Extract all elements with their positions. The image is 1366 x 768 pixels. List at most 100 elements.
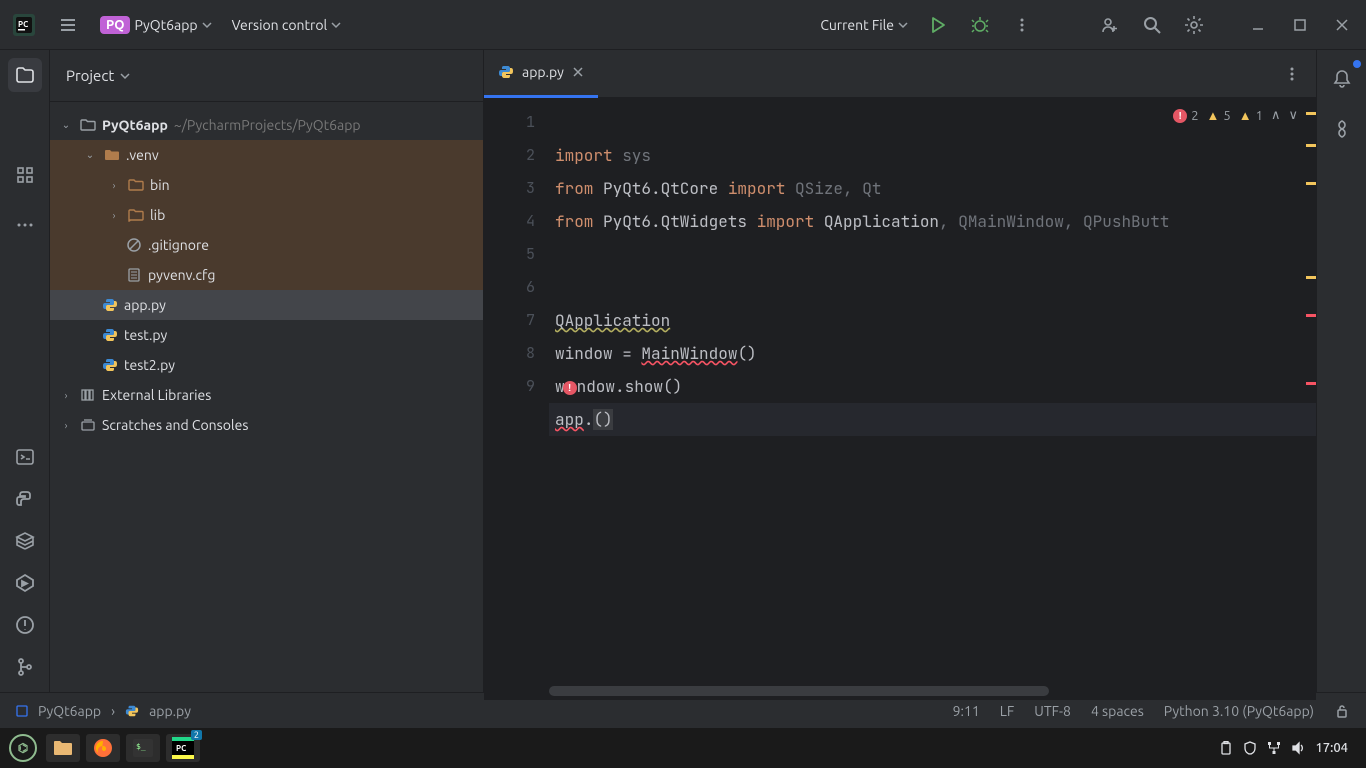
- terminal-tool-button[interactable]: [8, 440, 42, 474]
- window-close-button[interactable]: [1324, 7, 1360, 43]
- line-number: 7: [484, 304, 535, 337]
- problems-tool-button[interactable]: [8, 608, 42, 642]
- main-menu-icon[interactable]: [50, 7, 86, 43]
- line-number: 2: [484, 139, 535, 172]
- network-icon[interactable]: [1267, 741, 1281, 755]
- code-editor[interactable]: !2 ▲5 ▲1 ∧ ∨ 1 2 3 4 5 6 7 8 9 import sy…: [484, 98, 1316, 700]
- folder-icon: [128, 177, 144, 193]
- settings-icon[interactable]: [1176, 7, 1212, 43]
- svg-text:PC: PC: [18, 20, 28, 29]
- weak-warning-count: 1: [1256, 109, 1263, 123]
- tree-root-path: ~/PycharmProjects/PyQt6app: [174, 117, 361, 133]
- status-line-separator[interactable]: LF: [1000, 703, 1015, 719]
- debug-button[interactable]: [962, 7, 998, 43]
- tree-item-label: .venv: [126, 147, 159, 163]
- tree-bin[interactable]: › bin: [50, 170, 483, 200]
- run-config-selector[interactable]: Current File: [814, 13, 914, 37]
- marker[interactable]: [1306, 182, 1316, 185]
- tree-lib[interactable]: › lib: [50, 200, 483, 230]
- prev-highlight-icon[interactable]: ∧: [1271, 108, 1281, 123]
- tab-label: app.py: [522, 64, 564, 80]
- window-maximize-button[interactable]: [1282, 7, 1318, 43]
- tree-external-libraries[interactable]: › External Libraries: [50, 380, 483, 410]
- run-config-label: Current File: [820, 17, 894, 33]
- more-tools-icon[interactable]: [8, 208, 42, 242]
- code-content[interactable]: import sys from PyQt6.QtCore import QSiz…: [549, 98, 1316, 700]
- breadcrumb-separator: ›: [111, 703, 115, 719]
- code-with-me-icon[interactable]: [1092, 7, 1128, 43]
- taskbar-terminal[interactable]: $_: [126, 734, 160, 762]
- next-highlight-icon[interactable]: ∨: [1288, 108, 1298, 123]
- tree-item-label: External Libraries: [102, 387, 211, 403]
- shield-icon[interactable]: [1243, 741, 1257, 755]
- gutter: 1 2 3 4 5 6 7 8 9: [484, 98, 549, 700]
- project-tool-button[interactable]: [8, 58, 42, 92]
- taskbar-firefox[interactable]: [86, 734, 120, 762]
- editor-area: app.py !2 ▲5 ▲1 ∧ ∨ 1 2 3 4 5: [484, 50, 1316, 692]
- tree-app[interactable]: app.py: [50, 290, 483, 320]
- breadcrumb-file[interactable]: app.py: [149, 703, 191, 719]
- volume-icon[interactable]: [1291, 741, 1305, 755]
- marker[interactable]: [1306, 144, 1316, 147]
- vcs-tool-button[interactable]: [8, 650, 42, 684]
- taskbar-files[interactable]: [46, 734, 80, 762]
- tree-item-label: bin: [150, 177, 170, 193]
- project-panel: Project ⌄ PyQt6app ~/PycharmProjects/PyQ…: [50, 50, 484, 692]
- chevron-down-icon[interactable]: [120, 71, 130, 81]
- marker[interactable]: [1306, 314, 1316, 317]
- close-icon[interactable]: [572, 66, 584, 78]
- project-selector[interactable]: PQ PyQt6app: [94, 12, 218, 38]
- status-encoding[interactable]: UTF-8: [1034, 703, 1071, 719]
- marker[interactable]: [1306, 382, 1316, 385]
- project-badge: PQ: [100, 16, 130, 34]
- scratches-icon: [80, 417, 96, 433]
- python-file-icon: [498, 64, 514, 80]
- python-file-icon: [102, 327, 118, 343]
- notifications-button[interactable]: [1325, 62, 1359, 96]
- line-number: 8: [484, 337, 535, 370]
- os-clock[interactable]: 17:04: [1315, 741, 1348, 755]
- marker[interactable]: [1306, 112, 1316, 115]
- status-indent[interactable]: 4 spaces: [1091, 703, 1144, 719]
- inspection-bar[interactable]: !2 ▲5 ▲1 ∧ ∨: [1173, 108, 1298, 123]
- folder-icon: [128, 207, 144, 223]
- status-position[interactable]: 9:11: [953, 703, 980, 719]
- tree-gitignore[interactable]: .gitignore: [50, 230, 483, 260]
- taskbar-pycharm[interactable]: PC 2: [166, 734, 200, 762]
- python-file-icon: [102, 357, 118, 373]
- module-icon: [16, 705, 28, 717]
- search-everywhere-icon[interactable]: [1134, 7, 1170, 43]
- marker[interactable]: [1306, 276, 1316, 279]
- python-packages-tool-button[interactable]: [8, 524, 42, 558]
- inline-error-icon: !: [563, 381, 577, 395]
- status-interpreter[interactable]: Python 3.10 (PyQt6app): [1164, 703, 1314, 719]
- readonly-lock-icon[interactable]: [1334, 703, 1350, 719]
- tree-test2[interactable]: test2.py: [50, 350, 483, 380]
- python-console-tool-button[interactable]: [8, 482, 42, 516]
- python-file-icon: [102, 297, 118, 313]
- editor-tabs-menu-icon[interactable]: [1284, 66, 1316, 82]
- services-tool-button[interactable]: [8, 566, 42, 600]
- ai-assistant-button[interactable]: [1325, 112, 1359, 146]
- tree-root[interactable]: ⌄ PyQt6app ~/PycharmProjects/PyQt6app: [50, 110, 483, 140]
- tree-scratches[interactable]: › Scratches and Consoles: [50, 410, 483, 440]
- tab-app[interactable]: app.py: [484, 50, 598, 98]
- clipboard-icon[interactable]: [1219, 741, 1233, 755]
- tree-test[interactable]: test.py: [50, 320, 483, 350]
- more-actions-icon[interactable]: [1004, 7, 1040, 43]
- tree-item-label: .gitignore: [148, 237, 209, 253]
- library-icon: [80, 387, 96, 403]
- vcs-menu[interactable]: Version control: [226, 13, 348, 37]
- window-minimize-button[interactable]: [1240, 7, 1276, 43]
- os-start-menu[interactable]: ⌬: [6, 734, 40, 762]
- horizontal-scrollbar[interactable]: [549, 686, 1049, 696]
- structure-tool-button[interactable]: [8, 158, 42, 192]
- tree-pyvenv[interactable]: pyvenv.cfg: [50, 260, 483, 290]
- pycharm-logo-icon[interactable]: PC: [6, 7, 42, 43]
- tree-venv[interactable]: ⌄ .venv: [50, 140, 483, 170]
- editor-tabs: app.py: [484, 50, 1316, 98]
- workspace: Project ⌄ PyQt6app ~/PycharmProjects/PyQ…: [0, 50, 1366, 692]
- run-button[interactable]: [920, 7, 956, 43]
- tree-root-name: PyQt6app: [102, 117, 168, 133]
- breadcrumb-project[interactable]: PyQt6app: [38, 703, 101, 719]
